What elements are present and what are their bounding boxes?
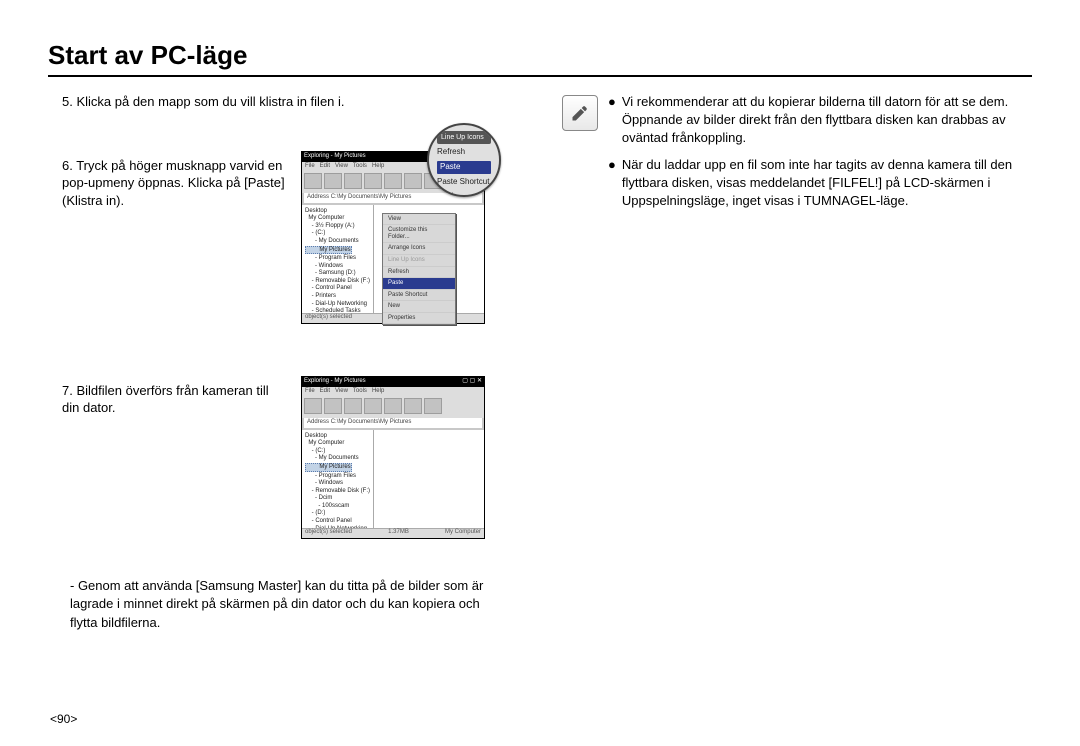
tree-item: - (C:) xyxy=(305,448,370,455)
tree-item: - Dial-Up Networking xyxy=(305,301,370,308)
page-title: Start av PC-läge xyxy=(48,40,1032,77)
toolbar-button xyxy=(364,173,382,189)
tree-item: - Control Panel xyxy=(305,518,370,525)
window-controls: ▢ ▢ ✕ xyxy=(462,378,482,385)
toolbar-button xyxy=(304,173,322,189)
status-text: object(s) selected xyxy=(305,314,352,323)
menu-item: File xyxy=(305,388,315,395)
menu-item: View xyxy=(335,163,348,170)
context-item-refresh: Refresh xyxy=(383,267,455,279)
toolbar-button xyxy=(304,398,322,414)
step-6-text: 6. Tryck på höger musknapp varvid en pop… xyxy=(62,151,287,210)
toolbar-button xyxy=(364,398,382,414)
footnote-samsung-master: - Genom att använda [Samsung Master] kan… xyxy=(70,577,500,634)
tree-item: - Removable Disk (F:) xyxy=(305,488,370,495)
tree-item: - (C:) xyxy=(305,230,370,237)
step-7-text: 7. Bildfilen överförs från kameran till … xyxy=(62,376,287,417)
menu-item: File xyxy=(305,163,315,170)
window-title: Exploring - My Pictures xyxy=(304,153,366,160)
tree-item: - My Documents xyxy=(305,455,370,462)
tree-item: My Computer xyxy=(305,215,370,222)
menu-item: Tools xyxy=(353,163,367,170)
tree-item: My Computer xyxy=(305,440,370,447)
tree-item: - Dial-Up Networking xyxy=(305,526,370,528)
address-label: Address xyxy=(307,194,329,201)
context-item-customize: Customize this Folder... xyxy=(383,225,455,243)
address-path: C:\My Documents\My Pictures xyxy=(331,194,412,201)
toolbar-button xyxy=(344,173,362,189)
menu-item: Help xyxy=(372,163,384,170)
left-column: 5. Klicka på den mapp som du vill klistr… xyxy=(48,93,538,633)
tree-item: - Printers xyxy=(305,293,370,300)
tree-item: - Removable Disk (F:) xyxy=(305,278,370,285)
tree-item: - Program Files xyxy=(305,255,370,262)
bullet-icon: ● xyxy=(608,156,616,211)
tip-1-text: Vi rekommenderar att du kopierar bildern… xyxy=(622,93,1032,148)
tree-item: - My Documents xyxy=(305,238,370,245)
lens-title: Line Up Icons xyxy=(437,131,491,144)
tree-item: - Windows xyxy=(305,263,370,270)
right-column: ● Vi rekommenderar att du kopierar bilde… xyxy=(562,93,1032,633)
menu-item: View xyxy=(335,388,348,395)
context-item-lineup: Line Up Icons xyxy=(383,255,455,267)
tree-item-selected: My Pictures xyxy=(305,246,352,255)
tree-item: - (D:) xyxy=(305,510,370,517)
toolbar-button xyxy=(424,398,442,414)
context-item-properties: Properties xyxy=(383,313,455,325)
toolbar-button xyxy=(324,398,342,414)
lens-item-paste-shortcut: Paste Shortcut xyxy=(437,177,491,188)
context-item-view: View xyxy=(383,214,455,226)
context-item-new: New xyxy=(383,301,455,313)
explorer-screenshot-2: Exploring - My Pictures ▢ ▢ ✕ File Edit … xyxy=(301,376,485,539)
folder-tree: Desktop My Computer - 3½ Floppy (A:) - (… xyxy=(302,205,374,313)
tree-item: - Dcim xyxy=(305,495,370,502)
context-menu: View Customize this Folder... Arrange Ic… xyxy=(382,213,456,326)
address-label: Address xyxy=(307,419,329,426)
menu-item: Edit xyxy=(320,388,330,395)
bullet-icon: ● xyxy=(608,93,616,148)
toolbar-button xyxy=(344,398,362,414)
menu-item: Tools xyxy=(353,388,367,395)
toolbar-button xyxy=(384,173,402,189)
address-path: C:\My Documents\My Pictures xyxy=(331,419,412,426)
tree-item: - Program Files xyxy=(305,473,370,480)
folder-tree: Desktop My Computer - (C:) - My Document… xyxy=(302,430,374,528)
tip-2-text: När du laddar upp en fil som inte har ta… xyxy=(622,156,1032,211)
toolbar-button xyxy=(384,398,402,414)
window-title: Exploring - My Pictures xyxy=(304,378,366,385)
lens-item-paste: Paste xyxy=(437,161,491,174)
status-location: My Computer xyxy=(445,529,481,538)
context-item-arrange: Arrange Icons xyxy=(383,243,455,255)
context-item-paste-shortcut: Paste Shortcut xyxy=(383,290,455,302)
tree-item: - 100sscam xyxy=(305,503,370,510)
page-number: <90> xyxy=(50,712,77,726)
context-item-paste: Paste xyxy=(383,278,455,290)
toolbar-button xyxy=(324,173,342,189)
tree-item: Desktop xyxy=(305,433,370,440)
toolbar-button xyxy=(404,398,422,414)
tree-item: - Control Panel xyxy=(305,285,370,292)
lens-item-refresh: Refresh xyxy=(437,147,491,158)
menu-item: Edit xyxy=(320,163,330,170)
tree-item: - 3½ Floppy (A:) xyxy=(305,223,370,230)
tree-item: - Windows xyxy=(305,480,370,487)
status-size: 1.37MB xyxy=(388,529,409,538)
tree-item: - Samsung (D:) xyxy=(305,270,370,277)
step-5-text: 5. Klicka på den mapp som du vill klistr… xyxy=(62,93,538,111)
toolbar-button xyxy=(404,173,422,189)
menu-item: Help xyxy=(372,388,384,395)
tree-item: - Scheduled Tasks xyxy=(305,308,370,312)
status-text: object(s) selected xyxy=(305,529,352,538)
zoom-lens: Line Up Icons Refresh Paste Paste Shortc… xyxy=(427,123,501,197)
tree-item-selected: My Pictures xyxy=(305,463,352,472)
tree-item: Desktop xyxy=(305,208,370,215)
note-icon xyxy=(562,95,598,131)
